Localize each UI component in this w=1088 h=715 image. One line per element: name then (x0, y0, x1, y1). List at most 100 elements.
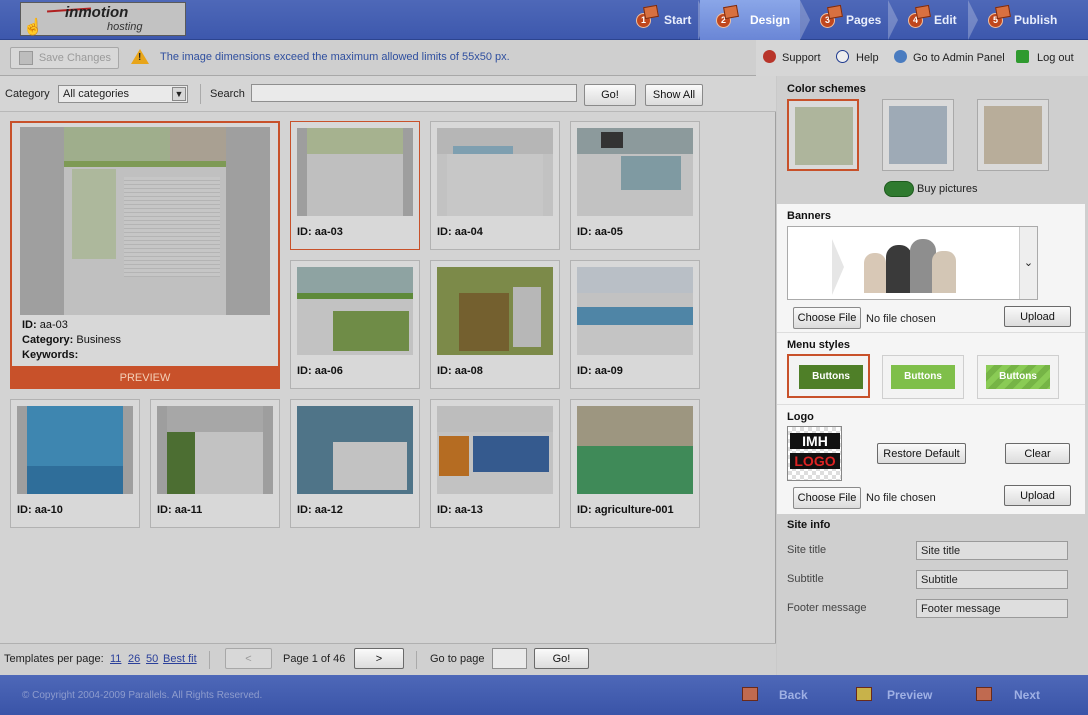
per-page-label: Templates per page: (4, 653, 104, 665)
template-card-aa-12[interactable]: ID: aa-12 (290, 399, 420, 528)
template-card-aa-03[interactable]: ID: aa-03 (290, 121, 420, 250)
support-link[interactable]: Support (782, 52, 821, 64)
divider (416, 651, 417, 669)
template-thumbnail (437, 406, 553, 494)
divider (777, 332, 1085, 333)
step-label: Publish (1014, 13, 1058, 27)
next-arrow-icon (976, 687, 992, 701)
palette-icon (723, 4, 739, 20)
menu-style-label: Buttons (986, 365, 1050, 389)
banner-upload-button[interactable]: Upload (1004, 306, 1071, 327)
restore-default-button[interactable]: Restore Default (877, 443, 966, 464)
logo-image: IMH LOGO (787, 426, 842, 481)
help-link[interactable]: Help (856, 52, 879, 64)
template-card-aa-06[interactable]: ID: aa-06 (290, 260, 420, 389)
logo-subtext: hosting (107, 21, 143, 33)
banner-select[interactable]: ⌄ (787, 226, 1038, 300)
category-select[interactable]: All categories ▼ (58, 85, 188, 103)
next-button[interactable]: Next (958, 675, 1078, 715)
color-scheme-thumbnail (984, 106, 1042, 164)
template-card-aa-10[interactable]: ID: aa-10 (10, 399, 140, 528)
subtitle-label: Subtitle (787, 573, 824, 585)
search-input[interactable] (251, 84, 577, 102)
divider (777, 404, 1085, 405)
clear-logo-button[interactable]: Clear (1005, 443, 1070, 464)
menu-style-label: Buttons (799, 365, 863, 389)
search-go-button[interactable]: Go! (584, 84, 636, 106)
selected-template-preview[interactable]: ID: aa-03 Category: Business Keywords: (10, 121, 280, 368)
preview-footer-button[interactable]: Preview (832, 675, 952, 715)
logo-upload-button[interactable]: Upload (1004, 485, 1071, 506)
template-thumbnail (577, 406, 693, 494)
best-fit-link[interactable]: Best fit (163, 653, 197, 665)
warning-icon (131, 49, 149, 64)
go-to-page-button[interactable]: Go! (534, 648, 589, 669)
step-pages[interactable]: 3 Pages (804, 0, 898, 40)
banner-choose-file-button[interactable]: Choose File (793, 307, 861, 329)
logo-no-file-text: No file chosen (866, 492, 936, 504)
save-changes-button[interactable]: Save Changes (10, 47, 119, 69)
warning-message: The image dimensions exceed the maximum … (160, 51, 510, 63)
template-card-aa-13[interactable]: ID: aa-13 (430, 399, 560, 528)
search-label: Search (210, 88, 245, 100)
template-card-agriculture-001[interactable]: ID: agriculture-001 (570, 399, 700, 528)
logout-link[interactable]: Log out (1037, 52, 1074, 64)
color-scheme-orange[interactable] (977, 99, 1049, 171)
per-page-11-link[interactable]: 11 (110, 653, 121, 665)
template-card-aa-11[interactable]: ID: aa-11 (150, 399, 280, 528)
preview-id: ID: aa-03 (22, 319, 68, 331)
go-to-page-input[interactable] (492, 648, 527, 669)
color-scheme-blue[interactable] (882, 99, 954, 171)
template-card-aa-08[interactable]: ID: aa-08 (430, 260, 560, 389)
color-scheme-green[interactable] (787, 99, 859, 171)
back-arrow-icon (742, 687, 758, 701)
site-title-input[interactable] (916, 541, 1068, 560)
template-thumbnail (157, 406, 273, 494)
next-page-button[interactable]: > (354, 648, 404, 669)
help-icon (836, 50, 849, 63)
divider (200, 84, 201, 104)
logout-icon (1016, 50, 1029, 63)
color-scheme-thumbnail (795, 107, 853, 165)
admin-panel-link[interactable]: Go to Admin Panel (913, 52, 1005, 64)
step-edit[interactable]: 4 Edit (892, 0, 978, 40)
site-info-title: Site info (787, 519, 831, 531)
step-publish[interactable]: 5 Publish (972, 0, 1072, 40)
subtitle-input[interactable] (916, 570, 1068, 589)
pencil-icon (915, 4, 931, 20)
divider (209, 651, 210, 669)
buy-pictures-link[interactable]: Buy pictures (917, 183, 978, 195)
step-start[interactable]: 1 Start (620, 0, 708, 40)
template-id: ID: aa-08 (437, 365, 483, 377)
logo-title: Logo (787, 411, 814, 423)
back-label: Back (779, 688, 808, 702)
menu-styles-title: Menu styles (787, 339, 850, 351)
template-id: ID: agriculture-001 (577, 504, 674, 516)
go-to-page-label: Go to page (430, 653, 485, 665)
preview-button[interactable]: PREVIEW (10, 368, 280, 389)
prev-page-button[interactable]: < (225, 648, 272, 669)
category-value: All categories (63, 88, 130, 100)
step-label: Edit (934, 13, 957, 27)
per-page-26-link[interactable]: 26 (128, 653, 140, 665)
step-design[interactable]: 2 Design (700, 0, 810, 40)
template-card-aa-05[interactable]: ID: aa-05 (570, 121, 700, 250)
show-all-button[interactable]: Show All (645, 84, 703, 106)
menu-style-striped-green[interactable]: Buttons (977, 355, 1059, 399)
template-card-aa-09[interactable]: ID: aa-09 (570, 260, 700, 389)
footer-message-input[interactable] (916, 599, 1068, 618)
back-button[interactable]: Back (716, 675, 826, 715)
logo-choose-file-button[interactable]: Choose File (793, 487, 861, 509)
lifebuoy-icon (763, 50, 776, 63)
copyright-text: © Copyright 2004-2009 Parallels. All Rig… (22, 690, 263, 701)
template-thumbnail (297, 406, 413, 494)
menu-style-dark-green[interactable]: Buttons (787, 354, 870, 398)
color-schemes-title: Color schemes (787, 83, 866, 95)
page-indicator: Page 1 of 46 (283, 653, 346, 665)
chevron-down-icon: ⌄ (1019, 227, 1037, 299)
inmotion-logo[interactable]: ☝ inmotion hosting (20, 2, 186, 36)
template-id: ID: aa-11 (157, 504, 203, 516)
template-card-aa-04[interactable]: ID: aa-04 (430, 121, 560, 250)
per-page-50-link[interactable]: 50 (146, 653, 158, 665)
menu-style-light-green[interactable]: Buttons (882, 355, 964, 399)
